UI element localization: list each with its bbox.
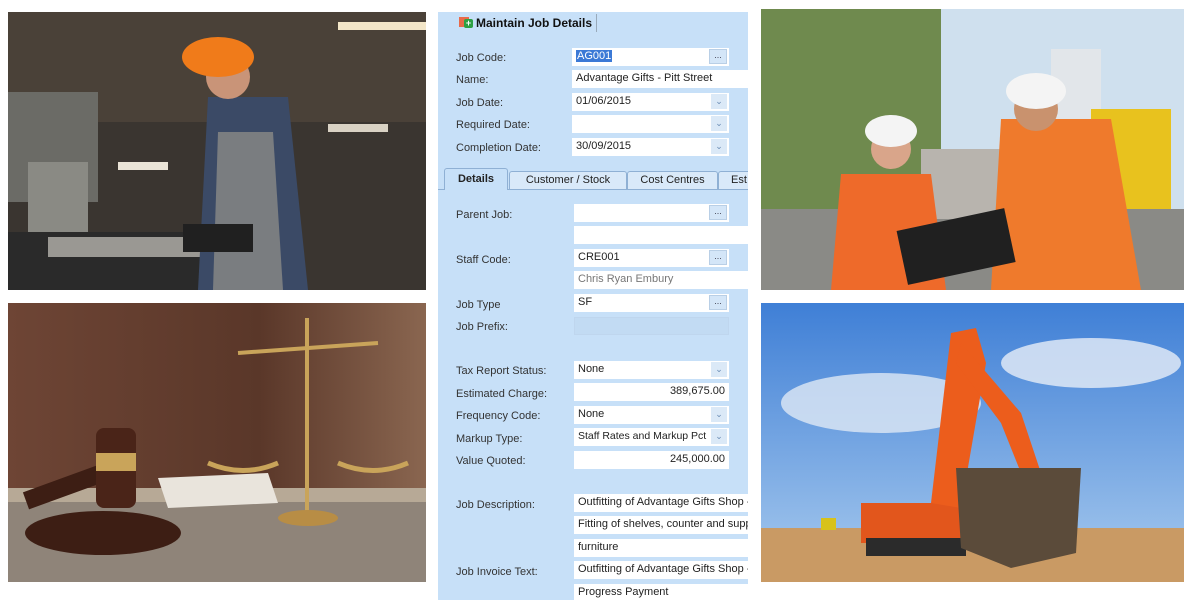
value-quoted-label: Value Quoted: [456,455,526,467]
job-invoice-text-label: Job Invoice Text: [456,566,538,578]
value-quoted-field[interactable]: 245,000.00 [574,451,729,469]
job-description-text-1: Outfitting of Advantage Gifts Shop - [578,496,748,508]
name-field[interactable]: Advantage Gifts - Pitt Street [572,70,748,88]
job-date-field[interactable]: 01/06/2015 ⌄ [572,93,729,111]
job-description-line-3[interactable]: furniture [574,539,748,557]
tab-strip: Details Customer / Stock Cost Centres Es… [438,167,748,190]
tab-estimates[interactable]: Est [718,171,748,189]
tab-details[interactable]: Details [444,168,508,190]
completion-date-value: 30/09/2015 [576,140,632,152]
staff-name-text: Chris Ryan Embury [578,273,674,285]
job-invoice-text-line-1[interactable]: Outfitting of Advantage Gifts Shop - [574,561,748,579]
estimated-charge-value: 389,675.00 [669,385,725,397]
chevron-down-icon[interactable]: ⌄ [711,407,727,422]
job-prefix-label: Job Prefix: [456,321,508,333]
completion-date-field[interactable]: 30/09/2015 ⌄ [572,138,729,156]
estimated-charge-label: Estimated Charge: [456,388,548,400]
job-description-line-2[interactable]: Fitting of shelves, counter and suppl [574,516,748,534]
chevron-down-icon[interactable]: ⌄ [711,429,727,444]
tab-customer-stock[interactable]: Customer / Stock [509,171,627,189]
job-code-field[interactable]: AG001 ... [572,48,729,66]
value-quoted-value: 245,000.00 [669,453,725,465]
chevron-down-icon[interactable]: ⌄ [711,362,727,377]
required-date-field[interactable]: ⌄ [572,115,729,133]
frequency-code-select[interactable]: None ⌄ [574,406,729,424]
photo-machinist [8,12,426,290]
photo-gavel-scales [8,303,426,582]
name-label: Name: [456,74,489,86]
tab-cost-centres[interactable]: Cost Centres [627,171,718,189]
add-job-icon [459,17,473,28]
estimated-charge-field[interactable]: 389,675.00 [574,383,729,401]
job-code-label: Job Code: [456,52,507,64]
parent-job-field[interactable]: ... [574,204,729,222]
job-type-lookup-button[interactable]: ... [709,295,727,310]
parent-job-label: Parent Job: [456,209,513,221]
markup-type-value: Staff Rates and Markup Pct [578,430,707,442]
name-value: Advantage Gifts - Pitt Street [576,72,713,84]
job-type-field[interactable]: SF ... [574,294,729,312]
job-code-lookup-button[interactable]: ... [709,49,727,64]
staff-code-value: CRE001 [578,251,620,263]
photo-construction-workers [761,9,1184,290]
job-type-value: SF [578,296,593,308]
job-prefix-field [574,317,729,335]
chevron-down-icon[interactable]: ⌄ [711,116,727,131]
tax-report-status-select[interactable]: None ⌄ [574,361,729,379]
job-description-line-1[interactable]: Outfitting of Advantage Gifts Shop - [574,494,748,512]
required-date-label: Required Date: [456,119,530,131]
parent-job-lookup-button[interactable]: ... [709,205,727,220]
chevron-down-icon[interactable]: ⌄ [711,94,727,109]
staff-name-description: Chris Ryan Embury [574,271,748,289]
chevron-down-icon[interactable]: ⌄ [711,139,727,154]
job-description-text-3: furniture [578,541,619,553]
job-code-value: AG001 [576,50,613,62]
job-invoice-text-1: Outfitting of Advantage Gifts Shop - [578,563,748,575]
frequency-code-label: Frequency Code: [456,410,541,422]
job-invoice-text-line-2[interactable]: Progress Payment [574,584,748,600]
staff-code-field[interactable]: CRE001 ... [574,249,729,267]
maintain-job-details-window: Maintain Job Details Job Code: AG001 ...… [438,12,748,600]
markup-type-select[interactable]: Staff Rates and Markup Pct ⌄ [574,428,729,446]
completion-date-label: Completion Date: [456,142,541,154]
job-date-value: 01/06/2015 [576,95,632,107]
job-type-label: Job Type [456,299,501,311]
job-invoice-text-2: Progress Payment [578,586,669,598]
frequency-code-value: None [578,408,605,420]
window-titlebar: Maintain Job Details [438,12,748,34]
staff-code-lookup-button[interactable]: ... [709,250,727,265]
title-separator [596,14,597,32]
markup-type-label: Markup Type: [456,433,523,445]
job-date-label: Job Date: [456,97,504,109]
window-title: Maintain Job Details [476,16,593,30]
staff-code-label: Staff Code: [456,254,511,266]
parent-job-description [574,226,748,244]
tax-report-status-value: None [578,363,605,375]
job-description-text-2: Fitting of shelves, counter and suppl [578,518,748,530]
photo-excavator [761,303,1184,582]
tax-report-status-label: Tax Report Status: [456,365,547,377]
job-description-label: Job Description: [456,499,535,511]
